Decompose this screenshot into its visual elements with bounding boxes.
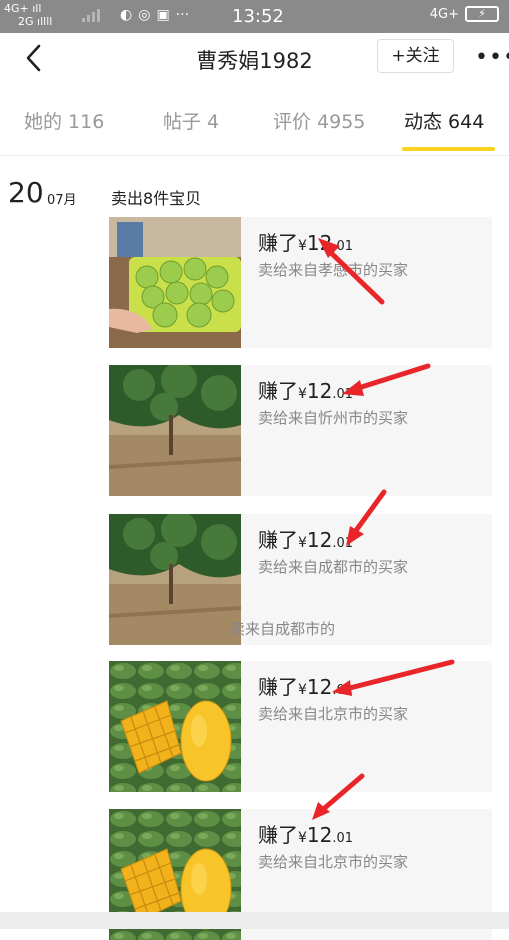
buyer-location: 卖给来自北京市的买家	[258, 853, 409, 871]
tab-hers[interactable]: 她的 116	[24, 107, 104, 134]
earned-amount: 赚了¥12.01	[258, 375, 353, 404]
product-image	[109, 217, 241, 348]
currency-symbol: ¥	[298, 830, 307, 846]
tab-activity[interactable]: 动态 644	[404, 107, 484, 134]
product-image	[109, 661, 241, 792]
network-4g-label: 4G+ ıll	[4, 2, 42, 15]
network-indicator: 4G+ ıll 2G ıllll	[4, 2, 52, 28]
follow-button[interactable]: +关注	[377, 39, 454, 73]
profile-tabs: 她的 116 帖子 4 评价 4955 动态 644	[0, 95, 509, 155]
earned-label: 赚了	[258, 528, 298, 552]
earned-label: 赚了	[258, 231, 298, 255]
status-time: 13:52	[232, 6, 284, 27]
sale-item-card[interactable]: 赚了¥12.01 卖给来自孝感市的买家	[109, 217, 492, 348]
app-notification-icon: ◎	[138, 7, 151, 23]
app-notification-icon: ▣	[156, 7, 170, 23]
status-bar: 4G+ ıll 2G ıllll ◐ ◎ ▣ ··· 13:52 4G+ ⚡	[0, 0, 509, 33]
date-day: 20	[8, 176, 44, 209]
more-notifications-icon: ···	[175, 7, 190, 23]
status-right: 4G+ ⚡	[430, 6, 499, 22]
buyer-location: 卖给来自孝感市的买家	[258, 261, 409, 279]
currency-symbol: ¥	[298, 238, 307, 254]
earned-label: 赚了	[258, 675, 298, 699]
signal-icon	[82, 8, 100, 22]
notification-icons: ◐ ◎ ▣ ···	[120, 7, 189, 23]
more-options-icon[interactable]: •••	[475, 45, 509, 70]
amount-integer: 12	[306, 675, 333, 699]
amount-integer: 12	[306, 379, 333, 403]
battery-icon: ⚡	[465, 6, 499, 22]
bottom-bar	[0, 912, 509, 929]
feed-title: 卖出8件宝贝	[111, 189, 202, 208]
earned-amount: 赚了¥12.01	[258, 671, 353, 700]
amount-integer: 12	[306, 231, 333, 255]
buyer-location: 卖给来自忻州市的买家	[258, 409, 409, 427]
network-right-label: 4G+	[429, 6, 459, 22]
amount-cents: .01	[332, 239, 354, 254]
product-image	[109, 365, 241, 496]
buyer-location: 卖给来自北京市的买家	[258, 705, 409, 723]
app-notification-icon: ◐	[120, 7, 133, 23]
buyer-location: 卖给来自成都市的买家	[258, 558, 409, 576]
network-2g-label: 2G ıllll	[18, 15, 53, 28]
tab-posts[interactable]: 帖子 4	[163, 107, 219, 134]
overlay-text: 卖来自成都市的	[230, 620, 336, 638]
amount-cents: .01	[332, 831, 354, 846]
sale-item-card[interactable]: 赚了¥12.01 卖给来自忻州市的买家	[109, 365, 492, 496]
currency-symbol: ¥	[298, 682, 307, 698]
date-month: 07月	[47, 193, 77, 208]
earned-label: 赚了	[258, 823, 298, 847]
active-tab-indicator	[402, 147, 495, 151]
navigation-bar: 曹秀娟1982 +关注 •••	[0, 33, 509, 83]
earned-label: 赚了	[258, 379, 298, 403]
sale-item-card[interactable]: 赚了¥12.01 卖给来自北京市的买家	[109, 661, 492, 792]
product-image	[109, 514, 241, 645]
divider	[0, 155, 509, 156]
earned-amount: 赚了¥12.01	[258, 227, 353, 256]
currency-symbol: ¥	[298, 535, 307, 551]
charging-icon: ⚡	[478, 7, 486, 20]
earned-amount: 赚了¥12.01	[258, 524, 353, 553]
amount-integer: 12	[306, 528, 333, 552]
amount-cents: .01	[332, 683, 354, 698]
earned-amount: 赚了¥12.01	[258, 819, 353, 848]
amount-cents: .01	[332, 536, 354, 551]
tab-reviews[interactable]: 评价 4955	[273, 107, 365, 134]
amount-cents: .01	[332, 387, 354, 402]
amount-integer: 12	[306, 823, 333, 847]
currency-symbol: ¥	[298, 386, 307, 402]
